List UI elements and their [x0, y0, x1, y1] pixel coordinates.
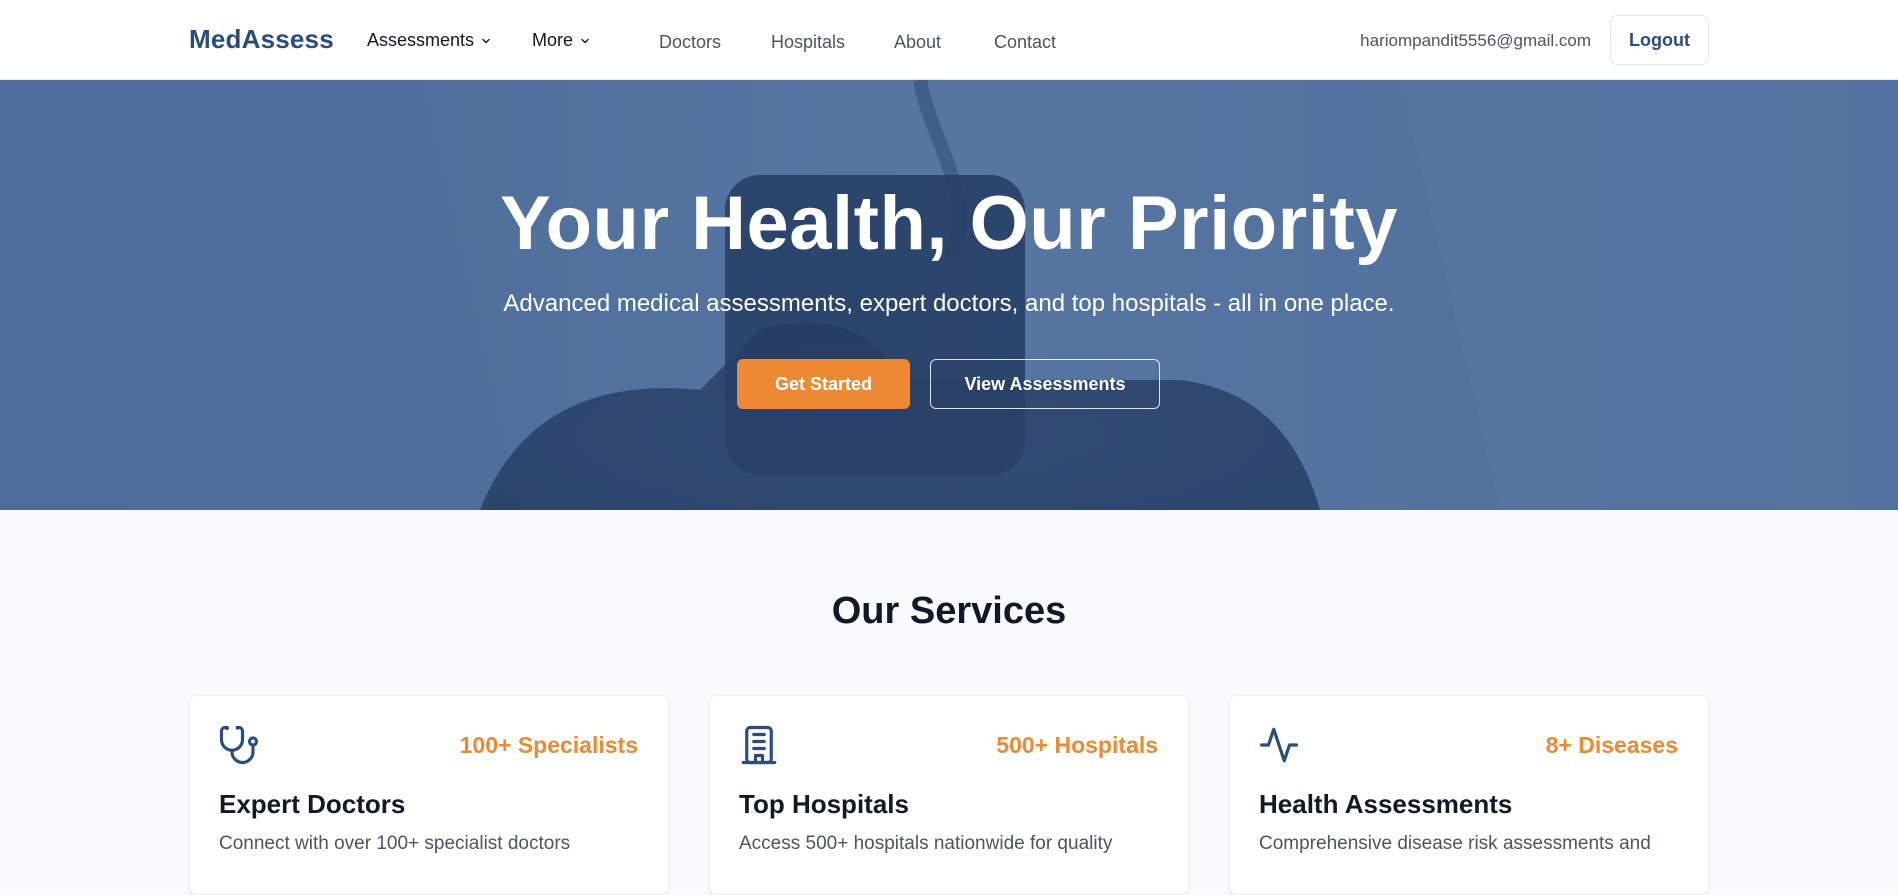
top-navbar: MedAssess Assessments More Doctors Hospi… [0, 0, 1898, 80]
view-assessments-button[interactable]: View Assessments [930, 359, 1160, 409]
service-card-doctors[interactable]: 100+ Specialists Expert Doctors Connect … [189, 695, 669, 895]
card-title: Expert Doctors [219, 789, 406, 819]
chevron-down-icon [482, 38, 490, 43]
card-description: Access 500+ hospitals nationwide for qua… [739, 833, 1113, 854]
nav-link-contact[interactable]: Contact [994, 32, 1056, 53]
nav-dropdown-label: Assessments [367, 30, 475, 50]
get-started-button[interactable]: Get Started [737, 359, 910, 409]
hero-subtitle: Advanced medical assessments, expert doc… [503, 290, 1395, 317]
user-email: hariompandit5556@gmail.com [1360, 31, 1591, 50]
card-stat: 8+ Diseases [1545, 732, 1678, 758]
card-description: Connect with over 100+ specialist doctor… [219, 833, 571, 854]
nav-link-doctors[interactable]: Doctors [659, 32, 721, 53]
nav-link-about[interactable]: About [894, 32, 941, 53]
activity-pulse-icon [1259, 727, 1299, 763]
nav-dropdown-assessments[interactable]: Assessments [367, 30, 492, 51]
card-title: Health Assessments [1259, 789, 1513, 819]
brand-logo[interactable]: MedAssess [189, 24, 334, 55]
service-card-hospitals[interactable]: 500+ Hospitals Top Hospitals Access 500+… [709, 695, 1189, 895]
chevron-down-icon [581, 38, 589, 43]
nav-link-hospitals[interactable]: Hospitals [771, 32, 845, 53]
nav-dropdown-more[interactable]: More [532, 30, 591, 51]
card-description: Comprehensive disease risk assessments a… [1259, 833, 1651, 854]
card-stat: 100+ Specialists [459, 732, 638, 758]
hero-section: Your Health, Our Priority Advanced medic… [0, 80, 1898, 510]
logout-button[interactable]: Logout [1610, 15, 1709, 65]
hero-title: Your Health, Our Priority [500, 181, 1398, 266]
services-title: Our Services [831, 590, 1067, 632]
card-title: Top Hospitals [739, 789, 909, 819]
stethoscope-icon [219, 725, 259, 765]
hospital-building-icon [741, 725, 777, 765]
card-stat: 500+ Hospitals [996, 732, 1158, 758]
nav-dropdown-label: More [532, 30, 574, 50]
service-card-assessments[interactable]: 8+ Diseases Health Assessments Comprehen… [1229, 695, 1709, 895]
